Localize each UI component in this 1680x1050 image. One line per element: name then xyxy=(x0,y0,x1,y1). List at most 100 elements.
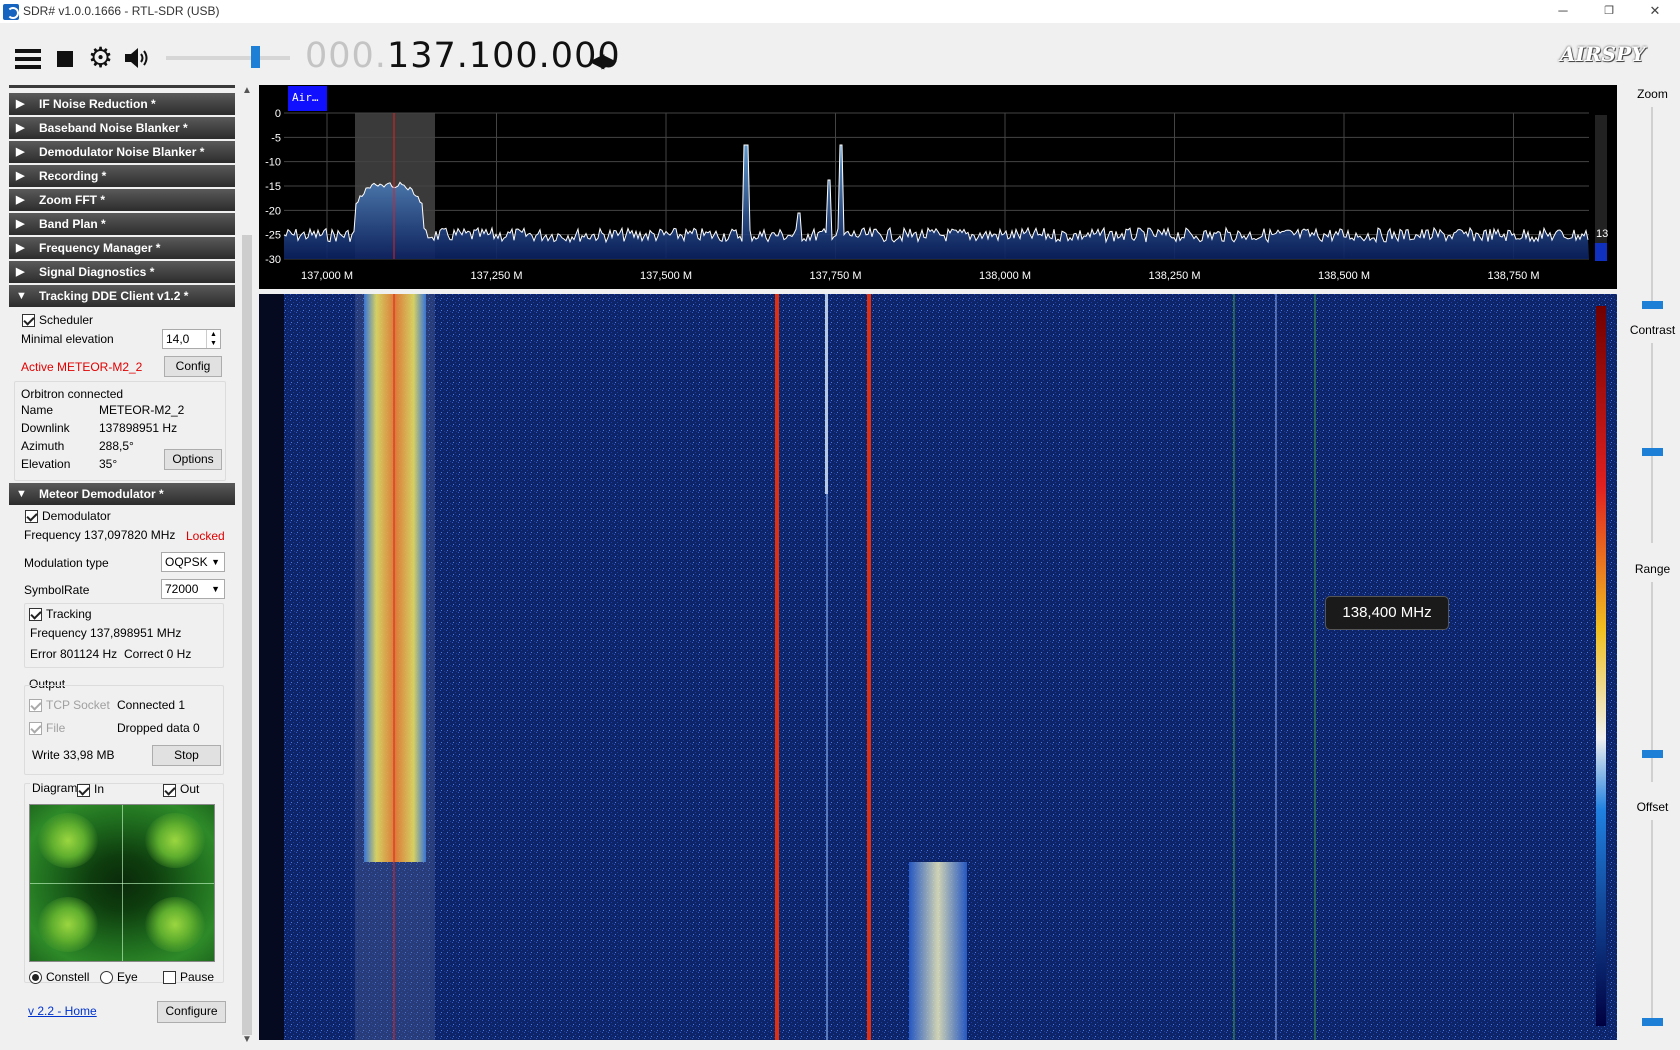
tracking-correct: Correct 0 Hz xyxy=(124,647,192,661)
zoom-slider-thumb[interactable] xyxy=(1642,301,1663,309)
stop-button[interactable]: Stop xyxy=(152,745,221,766)
sidebar: ▶ IF Noise Reduction * ▶ Baseband Noise Bla… xyxy=(9,85,235,1045)
spectrum-x-tick: 138,000 M xyxy=(979,270,1031,282)
menu-icon[interactable] xyxy=(15,49,41,69)
tune-arrows-icon[interactable]: ◀▶ xyxy=(589,48,617,73)
panel-header-label: IF Noise Reduction * xyxy=(39,97,156,111)
panel-header-label: Tracking DDE Client v1.2 * xyxy=(39,289,189,303)
contrast-slider[interactable] xyxy=(1651,343,1653,543)
azimuth-label: Azimuth xyxy=(21,439,65,453)
min-elevation-input[interactable]: 14,0 ▲ ▼ xyxy=(162,329,221,349)
spectrum-plot[interactable]: 0 -5 -10 -15 -20 -25 -30 137,000 M 137,250 M 137… xyxy=(259,85,1617,289)
scrollbar-thumb[interactable] xyxy=(242,235,252,1035)
range-slider-thumb[interactable] xyxy=(1642,750,1663,758)
volume-slider-thumb[interactable] xyxy=(251,46,260,68)
elevation-label: Elevation xyxy=(21,457,71,471)
diagram-out-label: Out xyxy=(180,782,200,796)
chevron-down-icon: ▼ xyxy=(211,584,220,594)
demodulator-checkbox[interactable] xyxy=(25,510,38,523)
demodulator-label: Demodulator xyxy=(42,509,111,523)
panel-header[interactable]: ▶ Band Plan * xyxy=(9,213,235,235)
app-logo-icon xyxy=(3,4,19,20)
min-elevation-value: 14,0 xyxy=(166,332,190,346)
panel-header[interactable]: ▶ IF Noise Reduction * xyxy=(9,93,235,115)
waterfall-display[interactable] xyxy=(259,294,1617,1040)
carrier-line-1 xyxy=(775,294,779,1040)
tcp-socket-checkbox[interactable] xyxy=(29,699,42,712)
waterfall-color-scale xyxy=(1596,306,1606,1026)
version-home-link[interactable]: v 2.2 - Home xyxy=(28,1004,97,1018)
mode-badge[interactable]: Air… xyxy=(288,86,327,111)
waterfall-canvas[interactable] xyxy=(259,294,1617,1040)
meteor-demodulator-panel-label: Meteor Demodulator * xyxy=(39,487,164,501)
modulation-type-select[interactable]: OQPSK ▼ xyxy=(161,552,225,572)
speaker-icon[interactable] xyxy=(123,46,151,70)
spectrum-analyzer[interactable]: 0 -5 -10 -15 -20 -25 -30 137,000 M 137,250 M 137… xyxy=(259,85,1617,289)
configure-button[interactable]: Configure xyxy=(157,1001,226,1023)
downlink-label: Downlink xyxy=(21,421,70,435)
airspy-logo: AIRSPY xyxy=(1560,42,1646,66)
frequency-display[interactable]: 000.137.100.000 xyxy=(305,36,621,76)
collapsed-triangle-icon: ▶ xyxy=(16,218,25,230)
frequency-main-digits[interactable]: 137.100.000 xyxy=(387,36,621,76)
tracking-checkbox[interactable] xyxy=(29,608,42,621)
diagram-in-checkbox[interactable] xyxy=(77,784,90,797)
level-meter-fill xyxy=(1595,243,1607,261)
panel-header-partial xyxy=(9,85,235,88)
meteor-demodulator-panel-header[interactable]: ▼ Meteor Demodulator * xyxy=(9,483,235,505)
panel-header[interactable]: ▶ Baseband Noise Blanker * xyxy=(9,117,235,139)
constell-label: Constell xyxy=(46,970,90,984)
offset-slider-thumb[interactable] xyxy=(1642,1018,1663,1026)
panel-header-label: Demodulator Noise Blanker * xyxy=(39,145,205,159)
panel-header[interactable]: ▼ Tracking DDE Client v1.2 * xyxy=(9,285,235,307)
spectrum-x-tick: 138,250 M xyxy=(1149,270,1201,282)
file-checkbox[interactable] xyxy=(29,722,42,735)
constell-radio[interactable] xyxy=(29,971,42,984)
collapsed-triangle-icon: ▶ xyxy=(16,170,25,182)
scroll-up-icon[interactable]: ▲ xyxy=(242,85,252,96)
demod-frequency: Frequency 137,097820 MHz xyxy=(24,528,176,542)
restore-button[interactable]: ❐ xyxy=(1586,0,1632,23)
contrast-slider-thumb[interactable] xyxy=(1642,448,1663,456)
panel-header[interactable]: ▶ Demodulator Noise Blanker * xyxy=(9,141,235,163)
scheduler-label: Scheduler xyxy=(39,313,94,327)
tracking-frequency: Frequency 137,898951 MHz xyxy=(30,626,182,640)
scroll-down-icon[interactable]: ▼ xyxy=(242,1034,252,1045)
locked-status: Locked xyxy=(186,529,225,543)
spinner-icon[interactable]: ▲ ▼ xyxy=(206,330,220,348)
close-button[interactable]: ✕ xyxy=(1632,0,1678,23)
elevation-value: 35° xyxy=(99,457,118,471)
offset-label: Offset xyxy=(1636,800,1669,814)
collapsed-triangle-icon: ▶ xyxy=(16,98,25,110)
config-button[interactable]: Config xyxy=(164,356,222,377)
expanded-triangle-icon: ▼ xyxy=(16,488,27,500)
stop-icon[interactable] xyxy=(57,51,73,67)
symbolrate-select[interactable]: 72000 ▼ xyxy=(161,579,225,599)
scheduler-checkbox[interactable] xyxy=(22,314,35,327)
panel-header[interactable]: ▶ Signal Diagnostics * xyxy=(9,261,235,283)
chevron-down-icon: ▼ xyxy=(211,557,220,567)
sidebar-scrollbar[interactable]: ▲ ▼ xyxy=(240,85,254,1045)
eye-radio[interactable] xyxy=(100,971,113,984)
volume-slider[interactable] xyxy=(166,56,290,60)
collapsed-triangle-icon: ▶ xyxy=(16,122,25,134)
secondary-signal-trace xyxy=(909,862,967,1040)
minimize-button[interactable]: ─ xyxy=(1540,0,1586,23)
spectrum-y-tick: -30 xyxy=(265,254,281,266)
spectrum-x-tick: 138,750 M xyxy=(1488,270,1540,282)
panel-header[interactable]: ▶ Frequency Manager * xyxy=(9,237,235,259)
level-meter-value: 13 xyxy=(1596,228,1608,240)
options-button[interactable]: Options xyxy=(164,449,222,470)
panel-header[interactable]: ▶ Recording * xyxy=(9,165,235,187)
pause-checkbox[interactable] xyxy=(163,971,176,984)
zoom-slider[interactable] xyxy=(1651,107,1653,307)
min-elevation-label: Minimal elevation xyxy=(21,332,114,346)
offset-slider[interactable] xyxy=(1651,820,1653,1020)
gear-icon[interactable]: ⚙ xyxy=(88,44,113,72)
spectrum-x-tick: 137,000 M xyxy=(301,270,353,282)
right-control-panel: Zoom Contrast Range Offset xyxy=(1625,85,1680,1045)
panel-header[interactable]: ▶ Zoom FFT * xyxy=(9,189,235,211)
diagram-out-checkbox[interactable] xyxy=(163,784,176,797)
diagram-label: Diagram xyxy=(30,781,80,795)
frequency-lead-digits[interactable]: 000. xyxy=(305,36,387,76)
